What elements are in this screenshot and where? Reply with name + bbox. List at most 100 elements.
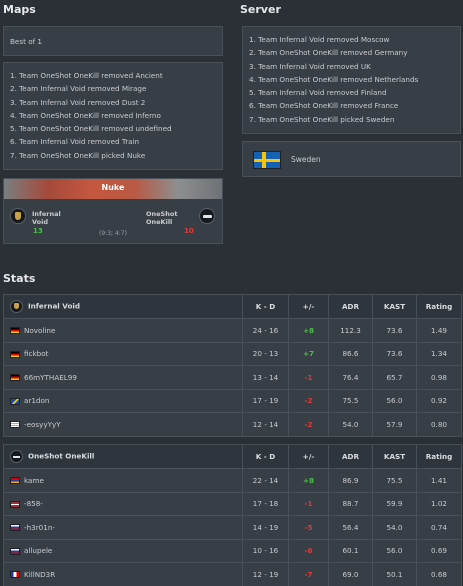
infernal-void-logo — [10, 300, 23, 313]
selected-server-name: Sweden — [291, 155, 321, 164]
player-name[interactable]: -eosyyYyY — [24, 420, 61, 429]
col-kast: KAST — [372, 294, 417, 319]
diff-cell: +8 — [288, 468, 329, 493]
player-name[interactable]: kame — [24, 476, 44, 485]
map-veto-list: 1. Team OneShot OneKill removed Ancient … — [3, 62, 223, 170]
adr-cell: 69.0 — [328, 562, 373, 586]
team2-header: OneShot OneKill — [3, 444, 243, 469]
player-name[interactable]: -858- — [24, 499, 43, 508]
player-name[interactable]: -h3r01n- — [24, 523, 55, 532]
map-veto-item: 4. Team OneShot OneKill removed Inferno — [10, 110, 161, 120]
col-rating: Rating — [416, 294, 462, 319]
diff-cell: -2 — [288, 388, 329, 413]
germany-flag-icon — [10, 374, 20, 382]
team1-name-line1: Infernal — [32, 210, 61, 218]
player-name[interactable]: KillND3R — [24, 570, 55, 579]
server-veto-item: 4. Team OneShot OneKill removed Netherla… — [249, 74, 419, 84]
player-name[interactable]: 66mYTHAEL99 — [24, 373, 77, 382]
server-veto-item: 1. Team Infernal Void removed Moscow — [249, 35, 390, 44]
diff-cell: -2 — [288, 412, 329, 437]
table-row: -eosyyYyY 12 - 14 -2 54.0 57.9 0.80 — [3, 412, 462, 437]
player-cell[interactable]: -858- — [3, 491, 243, 516]
adr-cell: 86.9 — [328, 468, 373, 493]
player-cell[interactable]: -eosyyYyY — [3, 412, 243, 437]
server-veto-item: 2. Team OneShot OneKill removed Germany — [249, 48, 408, 58]
col-rating: Rating — [416, 444, 462, 469]
col-kd: K - D — [242, 294, 289, 319]
table-row: ar1don 17 - 19 -2 75.5 56.0 0.92 — [3, 388, 462, 413]
col-adr: ADR — [328, 444, 373, 469]
russia-flag-icon — [10, 547, 20, 555]
infernal-void-logo — [10, 208, 26, 224]
team2-header-name: OneShot OneKill — [28, 451, 95, 461]
adr-cell: 112.3 — [328, 318, 373, 343]
maps-title: Maps — [3, 3, 36, 16]
team2-header-row: OneShot OneKill K - D +/- ADR KAST Ratin… — [3, 444, 462, 469]
kd-cell: 14 - 19 — [242, 515, 289, 540]
oneshot-onekill-logo — [199, 208, 215, 224]
map-result-card[interactable]: Nuke Infernal Void 13 (9:3; 4:7) OneShot… — [3, 178, 223, 244]
player-cell[interactable]: kame — [3, 468, 243, 493]
server-veto-item: 3. Team Infernal Void removed UK — [249, 61, 371, 71]
rating-cell: 1.49 — [416, 318, 462, 343]
col-kd: K - D — [242, 444, 289, 469]
map-veto-item: 3. Team Infernal Void removed Dust 2 — [10, 97, 146, 107]
team1-name-line2: Void — [32, 218, 49, 226]
col-kast: KAST — [372, 444, 417, 469]
team1-header-row: Infernal Void K - D +/- ADR KAST Rating — [3, 294, 462, 319]
table-row: Novoline 24 - 16 +8 112.3 73.6 1.49 — [3, 318, 462, 343]
stats-title: Stats — [3, 272, 36, 285]
match-format: Best of 1 — [3, 26, 223, 56]
server-veto-item: 7. Team OneShot OneKill picked Sweden — [249, 114, 395, 124]
map-veto-item: 5. Team OneShot OneKill removed undefine… — [10, 124, 172, 134]
player-name[interactable]: ar1don — [24, 396, 49, 405]
player-name[interactable]: fickbot — [24, 349, 48, 358]
team1-header: Infernal Void — [3, 294, 243, 319]
kd-cell: 17 - 19 — [242, 388, 289, 413]
rating-cell: 0.98 — [416, 365, 462, 390]
diff-cell: -5 — [288, 515, 329, 540]
diff-cell: +8 — [288, 318, 329, 343]
diff-cell: -7 — [288, 562, 329, 586]
team1-stats-table: Infernal Void K - D +/- ADR KAST Rating … — [3, 294, 462, 437]
oneshot-onekill-logo — [10, 450, 23, 463]
map-veto-item: 7. Team OneShot OneKill picked Nuke — [10, 150, 146, 160]
team2-score: 10 — [184, 227, 194, 235]
kd-cell: 12 - 14 — [242, 412, 289, 437]
rating-cell: 0.92 — [416, 388, 462, 413]
kast-cell: 56.0 — [372, 388, 417, 413]
table-row: fickbot 20 - 13 +7 86.6 73.6 1.34 — [3, 341, 462, 366]
player-cell[interactable]: ar1don — [3, 388, 243, 413]
player-cell[interactable]: KillND3R — [3, 562, 243, 586]
player-cell[interactable]: -h3r01n- — [3, 515, 243, 540]
adr-cell: 56.4 — [328, 515, 373, 540]
kast-cell: 50.1 — [372, 562, 417, 586]
kd-cell: 17 - 18 — [242, 491, 289, 516]
diff-cell: -1 — [288, 365, 329, 390]
player-cell[interactable]: fickbot — [3, 341, 243, 366]
adr-cell: 75.5 — [328, 388, 373, 413]
player-name[interactable]: allupele — [24, 546, 52, 555]
server-veto-item: 5. Team Infernal Void removed Finland — [249, 88, 387, 98]
adr-cell: 54.0 — [328, 412, 373, 437]
kd-cell: 10 - 16 — [242, 538, 289, 563]
player-cell[interactable]: Novoline — [3, 318, 243, 343]
team2-stats-table: OneShot OneKill K - D +/- ADR KAST Ratin… — [3, 444, 462, 586]
player-cell[interactable]: allupele — [3, 538, 243, 563]
team1-header-name: Infernal Void — [28, 301, 80, 311]
col-diff: +/- — [288, 294, 329, 319]
kast-cell: 73.6 — [372, 318, 417, 343]
armenia-flag-icon — [10, 477, 20, 485]
israel-flag-icon — [10, 421, 20, 429]
rating-cell: 0.69 — [416, 538, 462, 563]
player-cell[interactable]: 66mYTHAEL99 — [3, 365, 243, 390]
map-name: Nuke — [101, 183, 125, 192]
player-name[interactable]: Novoline — [24, 326, 55, 335]
rating-cell: 0.80 — [416, 412, 462, 437]
match-format-label: Best of 1 — [10, 37, 42, 46]
server-veto-list: 1. Team Infernal Void removed Moscow 2. … — [242, 26, 461, 134]
sweden-flag-icon — [253, 151, 281, 169]
rating-cell: 1.02 — [416, 491, 462, 516]
map-banner: Nuke — [4, 179, 222, 199]
table-row: kame 22 - 14 +8 86.9 75.5 1.41 — [3, 468, 462, 493]
